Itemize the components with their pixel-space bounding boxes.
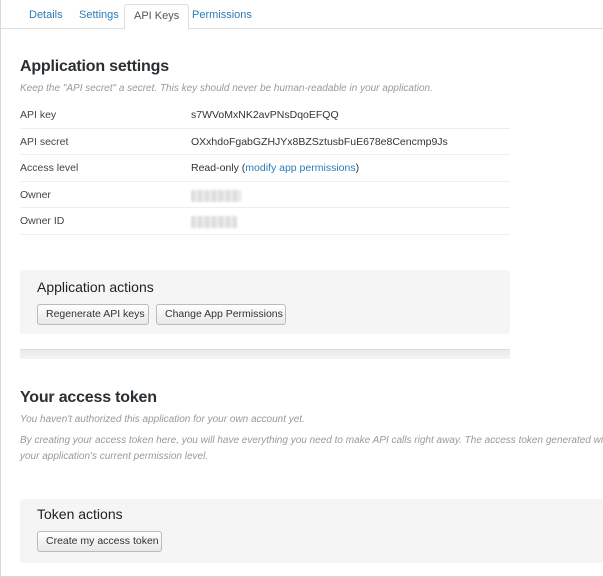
- owner-id-label: Owner ID: [20, 215, 65, 227]
- access-token-description-line1: By creating your access token here, you …: [20, 435, 603, 446]
- tab-details[interactable]: Details: [20, 4, 72, 29]
- app-actions-title: Application actions: [37, 279, 154, 295]
- settings-row-api-secret: API secret OXxhdoFgabGZHJYx8BZSztusbFuE6…: [20, 129, 510, 155]
- tab-permissions[interactable]: Permissions: [183, 4, 261, 29]
- token-actions-panel: Token actions Create my access token: [20, 499, 603, 563]
- settings-row-owner-id: Owner ID: [20, 208, 510, 235]
- api-secret-value: OXxhdoFgabGZHJYx8BZSztusbFuE678e8Cencmp9…: [191, 135, 448, 148]
- app-settings-title: Application settings: [20, 58, 169, 75]
- api-key-label: API key: [20, 109, 57, 121]
- owner-value-redacted: [191, 189, 241, 202]
- settings-table: API key s7WVoMxNK2avPNsDqoEFQQ API secre…: [20, 102, 510, 235]
- app-actions-panel: Application actions Regenerate API keys …: [20, 270, 510, 334]
- access-level-value: Read-only (modify app permissions): [191, 162, 359, 174]
- regenerate-api-keys-button[interactable]: Regenerate API keys: [37, 304, 149, 325]
- tab-settings[interactable]: Settings: [70, 4, 128, 29]
- api-secret-label: API secret: [20, 135, 69, 148]
- access-token-title: Your access token: [20, 389, 157, 406]
- api-key-value: s7WVoMxNK2avPNsDqoEFQQ: [191, 109, 339, 121]
- token-actions-title: Token actions: [37, 506, 123, 522]
- divider-bar: [20, 349, 510, 359]
- settings-row-owner: Owner: [20, 182, 510, 208]
- access-level-label: Access level: [20, 162, 79, 174]
- page-frame: Details Settings API Keys Permissions Ap…: [0, 0, 603, 577]
- access-level-text: Read-only (: [191, 162, 246, 174]
- tab-api-keys[interactable]: API Keys: [124, 4, 190, 30]
- access-token-note: You haven't authorized this application …: [20, 414, 305, 425]
- settings-row-api-key: API key s7WVoMxNK2avPNsDqoEFQQ: [20, 102, 510, 129]
- change-app-permissions-button[interactable]: Change App Permissions: [156, 304, 286, 325]
- access-token-description-line2: your application's current permission le…: [20, 451, 209, 462]
- owner-id-value-redacted: [191, 216, 237, 228]
- app-settings-note: Keep the "API secret" a secret. This key…: [20, 83, 433, 94]
- create-access-token-button[interactable]: Create my access token: [37, 531, 162, 552]
- owner-label: Owner: [20, 188, 51, 201]
- tab-bar: Details Settings API Keys Permissions: [1, 0, 603, 30]
- settings-row-access-level: Access level Read-only (modify app permi…: [20, 155, 510, 182]
- access-level-suffix: ): [355, 162, 360, 174]
- modify-permissions-link[interactable]: modify app permissions: [245, 162, 355, 174]
